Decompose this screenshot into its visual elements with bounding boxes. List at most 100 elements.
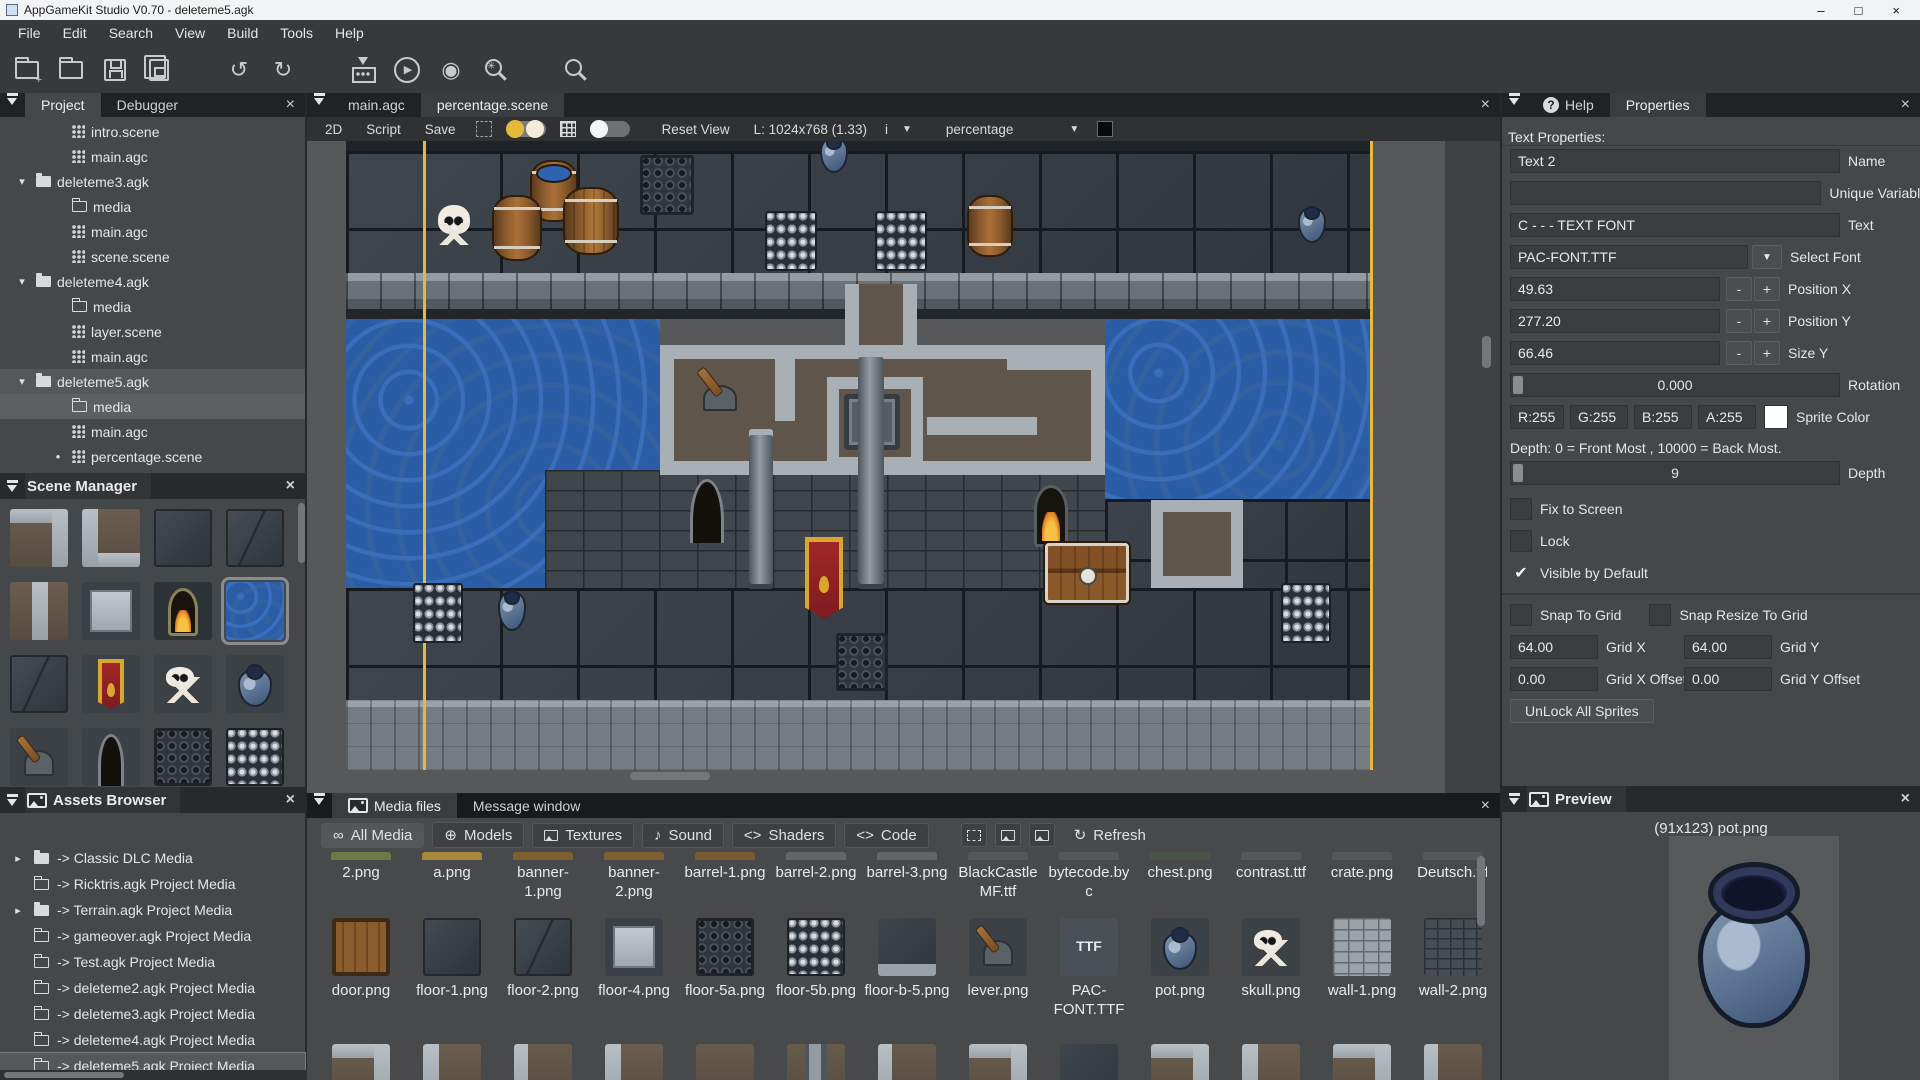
- close-icon[interactable]: ×: [1891, 93, 1920, 117]
- tile-floor-cracked[interactable]: [226, 509, 284, 567]
- collapse-icon[interactable]: [1508, 793, 1521, 805]
- tile-wall-corner[interactable]: [10, 509, 68, 567]
- tile-floor-dark[interactable]: [154, 509, 212, 567]
- scene-manager-scrollbar[interactable]: [298, 503, 305, 563]
- name-field[interactable]: Text 2: [1510, 149, 1840, 173]
- tab-percentage-scene[interactable]: percentage.scene: [421, 93, 564, 117]
- maximize-button[interactable]: □: [1855, 3, 1863, 18]
- media-file[interactable]: barrel-1.png: [681, 852, 769, 883]
- close-icon[interactable]: ×: [276, 93, 305, 117]
- depth-slider[interactable]: 9: [1510, 461, 1840, 485]
- color-g-field[interactable]: G:255: [1570, 405, 1628, 429]
- banner-sprite[interactable]: [805, 537, 843, 619]
- close-icon[interactable]: ×: [1891, 790, 1920, 808]
- pot-sprite[interactable]: [820, 141, 848, 173]
- media-file[interactable]: skull.png: [1227, 918, 1315, 1001]
- color-a-field[interactable]: A:255: [1698, 405, 1756, 429]
- tree-item[interactable]: main.agc: [0, 344, 305, 369]
- media-file[interactable]: lever.png: [954, 918, 1042, 1001]
- dots-floor-sprite[interactable]: [640, 155, 694, 215]
- size-y-minus[interactable]: -: [1726, 341, 1752, 365]
- collapse-icon[interactable]: [6, 480, 19, 492]
- asset-folder-item[interactable]: -> deleteme2.agk Project Media: [0, 975, 305, 1001]
- barrel-sprite[interactable]: [967, 195, 1013, 257]
- font-field[interactable]: PAC-FONT.TTF: [1510, 245, 1748, 269]
- unique-variable-field[interactable]: [1510, 181, 1821, 205]
- grid-y-offset-field[interactable]: 0.00: [1684, 667, 1772, 691]
- media-file[interactable]: [317, 1044, 405, 1080]
- position-x-minus[interactable]: -: [1726, 277, 1752, 301]
- media-file[interactable]: [1318, 1044, 1406, 1080]
- info-dropdown-icon[interactable]: ▼: [896, 124, 918, 135]
- refresh-button[interactable]: ↻Refresh: [1063, 823, 1157, 847]
- scene-canvas[interactable]: [307, 141, 1500, 793]
- media-file[interactable]: barrel-3.png: [863, 852, 951, 883]
- media-file[interactable]: [772, 1044, 860, 1080]
- new-project-button[interactable]: +: [10, 53, 44, 87]
- pot-sprite[interactable]: [1298, 207, 1326, 243]
- position-x-field[interactable]: 49.63: [1510, 277, 1720, 301]
- media-file[interactable]: [863, 1044, 951, 1080]
- asset-folder-item[interactable]: -> Ricktris.agk Project Media: [0, 871, 305, 897]
- media-file[interactable]: banner-2.png: [590, 852, 678, 902]
- media-file[interactable]: [1136, 1044, 1224, 1080]
- media-file[interactable]: [1409, 1044, 1487, 1080]
- filter-all-media[interactable]: ∞All Media: [321, 823, 424, 848]
- tab-media-files[interactable]: Media files: [332, 793, 457, 818]
- lever-sprite[interactable]: [698, 369, 742, 411]
- snap-to-grid-checkbox[interactable]: [1510, 604, 1532, 626]
- text-field[interactable]: C - - - TEXT FONT: [1510, 213, 1840, 237]
- media-scrollbar[interactable]: [1477, 856, 1485, 926]
- media-file[interactable]: crate.png: [1318, 852, 1406, 883]
- filter-textures[interactable]: Textures: [532, 823, 634, 848]
- media-file[interactable]: floor-5a.png: [681, 918, 769, 1001]
- close-icon[interactable]: ×: [276, 791, 305, 809]
- color-swatch[interactable]: [1097, 121, 1113, 137]
- run-button[interactable]: ▶: [390, 53, 424, 87]
- tile-arch[interactable]: [82, 728, 140, 786]
- spikes-sprite[interactable]: [413, 583, 463, 643]
- grid-y-field[interactable]: 64.00: [1684, 635, 1772, 659]
- asset-folder-item[interactable]: -> deleteme3.agk Project Media: [0, 1001, 305, 1027]
- filter-code[interactable]: <>Code: [844, 823, 928, 848]
- tab-properties[interactable]: Properties: [1610, 93, 1706, 117]
- tab-debugger[interactable]: Debugger: [101, 93, 195, 117]
- grid-dashed-icon[interactable]: [476, 121, 492, 137]
- filter-shaders[interactable]: <>Shaders: [732, 823, 836, 848]
- minimize-button[interactable]: –: [1817, 3, 1824, 18]
- media-file[interactable]: floor-b-5.png: [863, 918, 951, 1001]
- media-file[interactable]: banner-1.png: [499, 852, 587, 902]
- tree-item[interactable]: ▾ deleteme5.agk: [0, 369, 305, 394]
- media-file[interactable]: door.png: [317, 918, 405, 1001]
- position-x-plus[interactable]: +: [1754, 277, 1780, 301]
- media-file[interactable]: a.png: [408, 852, 496, 883]
- tree-item[interactable]: layer.scene: [0, 319, 305, 344]
- scene-dropdown-icon[interactable]: ▼: [1063, 124, 1085, 135]
- tab-help[interactable]: ?Help: [1527, 93, 1610, 117]
- undo-button[interactable]: ↺: [222, 53, 256, 87]
- tile-banner[interactable]: [82, 655, 140, 713]
- tile-wall-piece[interactable]: [10, 582, 68, 640]
- media-file[interactable]: bytecode.byc: [1045, 852, 1133, 902]
- media-file[interactable]: TTF PAC-FONT.TTF: [1045, 918, 1133, 1020]
- barrel-tipped-sprite[interactable]: [563, 187, 619, 255]
- position-y-field[interactable]: 277.20: [1510, 309, 1720, 333]
- pillar-sprite[interactable]: [749, 429, 773, 589]
- media-file[interactable]: floor-1.png: [408, 918, 496, 1001]
- tile-wall-corner[interactable]: [82, 509, 140, 567]
- sprite-color-swatch[interactable]: [1764, 405, 1788, 429]
- menu-edit[interactable]: Edit: [53, 22, 97, 44]
- media-file[interactable]: 2.png: [317, 852, 405, 883]
- open-project-button[interactable]: [54, 53, 88, 87]
- visible-checkbox[interactable]: ✔: [1510, 562, 1532, 584]
- color-b-field[interactable]: B:255: [1634, 405, 1692, 429]
- tile-lever[interactable]: [10, 728, 68, 786]
- tile-stone-block[interactable]: [82, 582, 140, 640]
- position-y-plus[interactable]: +: [1754, 309, 1780, 333]
- scene-select-value[interactable]: percentage: [936, 120, 1024, 139]
- pot-sprite[interactable]: [498, 591, 526, 631]
- asset-folder-item[interactable]: -> gameover.agk Project Media: [0, 923, 305, 949]
- tree-item[interactable]: main.agc: [0, 419, 305, 444]
- media-file[interactable]: wall-2.png: [1409, 918, 1487, 1001]
- menu-tools[interactable]: Tools: [270, 22, 323, 44]
